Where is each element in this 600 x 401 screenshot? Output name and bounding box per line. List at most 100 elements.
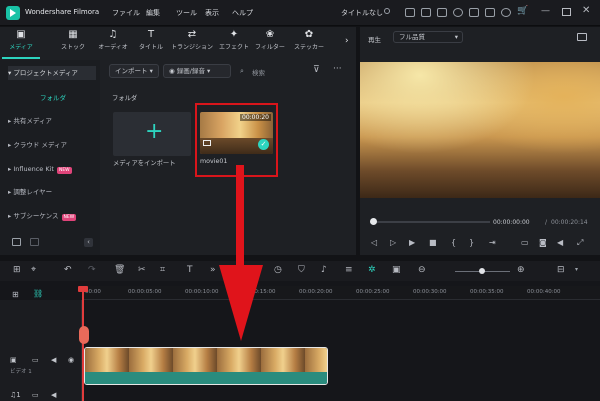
playhead-handle[interactable] xyxy=(78,286,88,292)
grid-view-icon[interactable]: ⊟ xyxy=(557,265,565,275)
timeline-clip[interactable] xyxy=(84,347,328,385)
folder-icon[interactable]: ▭ xyxy=(32,391,39,399)
quality-dropdown[interactable]: フル品質 ▾ xyxy=(393,31,463,43)
fullscreen-icon[interactable]: ⤢ xyxy=(577,238,583,248)
maximize-icon[interactable] xyxy=(562,8,571,16)
video-preview[interactable] xyxy=(360,62,600,198)
list-icon[interactable]: ≡ xyxy=(345,265,353,275)
sidebar-item-cloud-media[interactable]: ▸ クラウド メディア xyxy=(8,138,96,152)
video-track-icon: ▣ xyxy=(10,356,17,364)
tab-effects[interactable]: ✦ エフェクト xyxy=(214,29,254,52)
crop-icon[interactable]: ⌗ xyxy=(160,265,165,275)
download-icon[interactable] xyxy=(469,8,479,17)
zoom-in-icon[interactable]: ⊕ xyxy=(517,265,525,275)
media-sidebar xyxy=(0,60,100,255)
arrow-head xyxy=(219,265,263,341)
more-options-icon[interactable]: ··· xyxy=(333,64,342,74)
delete-icon[interactable]: 🗑 xyxy=(114,265,125,275)
text-tool-icon[interactable]: T xyxy=(187,265,193,275)
tab-transitions[interactable]: ⇄ トランジション xyxy=(171,30,213,52)
account-icon[interactable] xyxy=(501,8,511,17)
shield-icon[interactable]: ⛉ xyxy=(298,265,305,275)
record-dropdown[interactable]: ◉ 録画/録音 ▾ xyxy=(163,64,231,78)
audio-mute-icon[interactable]: ◀ xyxy=(51,356,56,364)
folder-breadcrumb: フォルダ xyxy=(112,95,138,102)
menu-file[interactable]: ファイル xyxy=(112,8,140,18)
sidebar-item-influence-kit[interactable]: ▸ Influence Kit NEW xyxy=(8,162,96,176)
chevron-down-icon: ▾ xyxy=(149,67,153,75)
drag-arrow-annotation xyxy=(219,165,263,341)
save-icon[interactable] xyxy=(405,8,415,17)
tab-titles[interactable]: T タイトル xyxy=(131,30,171,52)
plus-icon: + xyxy=(145,119,164,144)
ruler-label: 00:00:10:00 xyxy=(185,289,219,295)
seek-bar[interactable] xyxy=(370,221,490,223)
sidebar-item-adjustment-layer[interactable]: ▸ 調整レイヤー xyxy=(8,185,96,199)
notifications-icon[interactable] xyxy=(485,8,495,17)
ruler-label: 00:00:40:00 xyxy=(527,289,561,295)
import-media-label: メディアをインポート xyxy=(113,160,176,167)
stop-icon[interactable]: ■ xyxy=(429,238,437,247)
share-icon[interactable] xyxy=(437,8,447,17)
menu-help[interactable]: ヘルプ xyxy=(232,8,253,18)
seek-handle[interactable] xyxy=(370,218,377,225)
play-icon[interactable]: ▶ xyxy=(409,238,415,247)
redo-icon[interactable]: ↷ xyxy=(88,265,96,275)
menu-edit[interactable]: 編集 xyxy=(146,8,160,18)
insert-icon[interactable]: ⇥ xyxy=(489,238,496,247)
import-media-tile[interactable]: + xyxy=(113,112,191,156)
tab-stock[interactable]: ▦ ストック xyxy=(53,30,93,52)
mark-in-icon[interactable]: { xyxy=(451,238,456,247)
import-dropdown[interactable]: インポート ▾ xyxy=(109,64,159,78)
close-icon[interactable]: ✕ xyxy=(582,5,590,16)
select-tool-icon[interactable]: ⌖ xyxy=(31,265,36,275)
ai-icon[interactable]: ✲ xyxy=(368,265,376,275)
minimize-icon[interactable]: — xyxy=(541,6,550,16)
snapshot-icon[interactable] xyxy=(577,33,587,41)
new-folder-icon[interactable] xyxy=(12,238,21,246)
camera-icon[interactable]: ◙ xyxy=(539,238,547,247)
menu-tools[interactable]: ツール xyxy=(176,8,197,18)
sidebar-item-subsequence[interactable]: ▸ サブシーケンス NEW xyxy=(8,209,96,223)
marker-icon[interactable]: ◷ xyxy=(274,265,282,275)
tab-stickers[interactable]: ✿ ステッカー xyxy=(289,30,329,52)
add-track-icon[interactable]: ⊞ xyxy=(12,290,19,299)
microphone-icon[interactable]: ♪ xyxy=(321,265,327,275)
folder-icon[interactable] xyxy=(30,238,39,246)
undo-icon[interactable]: ↶ xyxy=(64,265,72,275)
eye-icon[interactable]: ◉ xyxy=(68,356,74,364)
tab-audio[interactable]: ♫ オーディオ xyxy=(93,30,133,52)
tab-media[interactable]: ▣ メディア xyxy=(1,30,41,52)
cut-icon[interactable]: ✂ xyxy=(138,265,146,275)
audio-mute-icon[interactable]: ◀ xyxy=(51,391,56,399)
link-icon[interactable]: ⛓ xyxy=(33,289,43,298)
chevron-down-icon[interactable]: ▾ xyxy=(575,266,578,273)
record-icon: ◉ xyxy=(169,67,175,75)
layout-grid-icon[interactable]: ⊞ xyxy=(13,265,21,275)
effect-icon: ✦ xyxy=(229,29,239,40)
video-track-label: ビデオ 1 xyxy=(10,369,32,375)
previous-frame-icon[interactable]: ◁ xyxy=(371,238,377,247)
search-icon: ⌕ xyxy=(240,67,244,75)
cart-icon[interactable]: 🛒 xyxy=(517,6,528,16)
track-headers xyxy=(0,300,82,401)
menu-view[interactable]: 表示 xyxy=(205,8,219,18)
image-icon[interactable]: ▣ xyxy=(392,265,401,275)
step-back-icon[interactable]: ▷ xyxy=(390,238,396,247)
search-input[interactable]: 検索 xyxy=(252,67,265,77)
mark-out-icon[interactable]: } xyxy=(469,238,474,247)
layout-icon[interactable] xyxy=(421,8,431,17)
volume-icon[interactable]: ◀ xyxy=(557,238,563,247)
playhead-marker[interactable] xyxy=(79,326,89,344)
display-icon[interactable]: ▭ xyxy=(521,238,529,247)
filter-sort-icon[interactable]: ⊽ xyxy=(313,65,320,75)
support-icon[interactable] xyxy=(453,8,463,17)
tabs-next-chevron-icon[interactable]: › xyxy=(345,36,349,46)
sidebar-item-project-media[interactable]: ▾ プロジェクトメディア xyxy=(8,66,96,80)
sidebar-item-shared-media[interactable]: ▸ 共有メディア xyxy=(8,114,96,128)
zoom-out-icon[interactable]: ⊖ xyxy=(418,265,426,275)
folder-icon[interactable]: ▭ xyxy=(32,356,39,364)
zoom-handle[interactable] xyxy=(479,268,485,274)
collapse-sidebar-icon[interactable]: ‹ xyxy=(84,238,93,247)
tab-filters[interactable]: ❀ フィルター xyxy=(250,30,290,52)
